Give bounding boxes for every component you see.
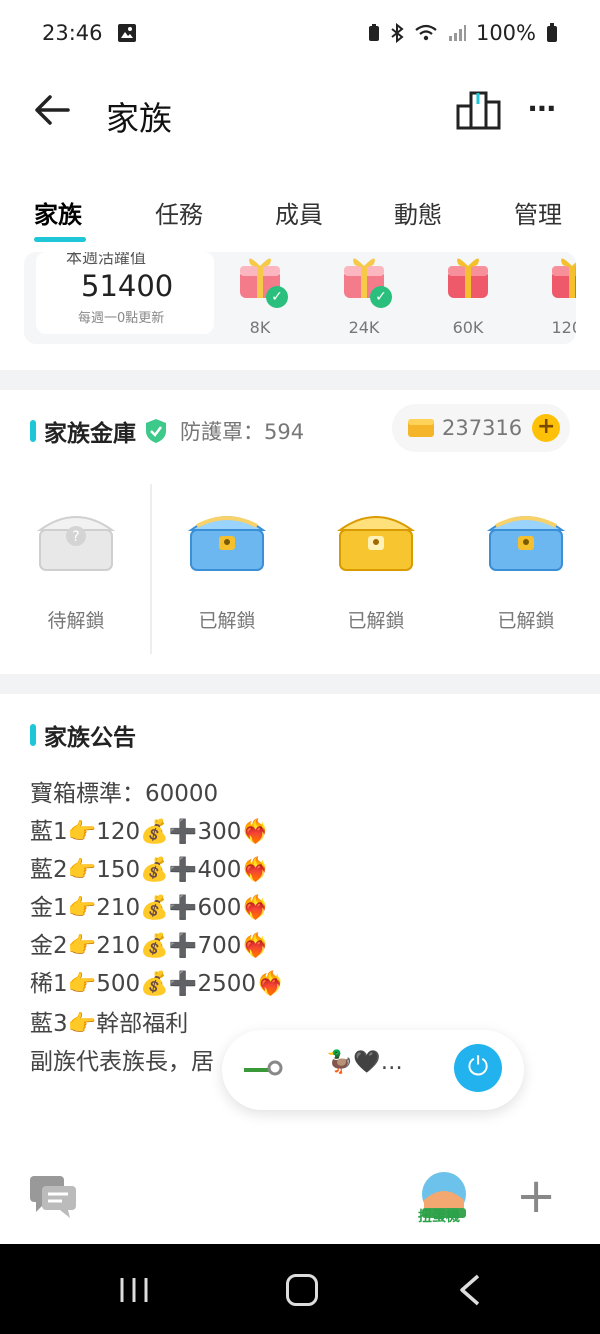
announcement-title: 家族公告 xyxy=(44,725,136,751)
reward-gift[interactable]: ✓ 24K xyxy=(334,252,394,342)
chest-divider xyxy=(150,484,152,654)
home-icon[interactable] xyxy=(286,1274,318,1306)
chest-label: 已解鎖 xyxy=(198,610,256,632)
activity-value-box: 本週活躍值 51400 每週一0點更新 xyxy=(36,252,214,334)
announcement-line: 稀1👉500💰➕2500❤️‍🔥 xyxy=(30,971,285,997)
activity-label: 本週活躍值 xyxy=(66,252,147,267)
svg-text:?: ? xyxy=(72,529,79,545)
vault-title: 家族金庫 xyxy=(44,421,136,447)
reward-label: 60K xyxy=(452,318,484,337)
announcement-line: 藍2👉150💰➕400❤️‍🔥 xyxy=(30,857,270,883)
chest-label: 待解鎖 xyxy=(47,610,105,632)
tab-indicator xyxy=(34,237,86,242)
chest-label: 已解鎖 xyxy=(497,610,555,632)
back-nav-icon[interactable] xyxy=(458,1274,482,1306)
activity-reset-note: 每週一0點更新 xyxy=(78,311,165,326)
chest-label: 已解鎖 xyxy=(347,610,405,632)
wifi-icon xyxy=(415,24,437,41)
battery-percent: 100% xyxy=(475,21,536,45)
tab-tasks[interactable]: 任務 xyxy=(155,195,203,230)
tab-manage[interactable]: 管理 xyxy=(514,195,562,230)
app-bar: 家族 ⋯ xyxy=(0,66,600,156)
tab-family[interactable]: 家族 xyxy=(34,195,82,230)
locked-chest-icon[interactable]: ? xyxy=(36,500,116,576)
back-arrow-icon[interactable] xyxy=(30,88,74,132)
recents-icon[interactable] xyxy=(118,1276,150,1304)
floating-widget[interactable]: 🦆🖤… ⏻ xyxy=(222,1030,524,1110)
reward-gift[interactable]: 120K xyxy=(542,252,576,342)
tab-activity[interactable]: 動態 xyxy=(394,195,442,230)
gold-chest-icon[interactable] xyxy=(336,500,416,576)
battery-icon xyxy=(547,23,557,42)
status-time: 23:46 xyxy=(42,21,103,45)
reward-gift[interactable]: ✓ 8K xyxy=(230,252,290,342)
add-icon[interactable]: + xyxy=(516,1172,556,1220)
section-accent-bar xyxy=(30,724,36,746)
gacha-label: 扭蛋機 xyxy=(418,1209,460,1225)
vault-coins[interactable]: 237316 + xyxy=(392,404,570,452)
section-accent-bar xyxy=(30,420,36,442)
reward-gift[interactable]: 60K xyxy=(438,252,498,342)
activity-value: 51400 xyxy=(81,269,174,303)
announcement-header: 家族公告 xyxy=(30,718,136,752)
widget-text: 🦆🖤… xyxy=(326,1050,403,1075)
blue-chest-icon[interactable] xyxy=(187,500,267,576)
announcement-line: 寶箱標準：60000 xyxy=(30,781,219,807)
section-divider xyxy=(0,674,600,694)
gift-icon xyxy=(448,258,488,298)
reward-label: 24K xyxy=(348,318,380,337)
shield-icon xyxy=(146,419,166,443)
ranking-icon[interactable] xyxy=(456,90,502,130)
gift-icon xyxy=(552,258,576,298)
page-title: 家族 xyxy=(106,99,172,138)
bluetooth-icon xyxy=(391,23,404,43)
tab-members[interactable]: 成員 xyxy=(275,195,323,230)
battery-saver-icon xyxy=(368,24,379,41)
activity-card: 本週活躍值 51400 每週一0點更新 ✓ 8K ✓ 24K 60K 12 xyxy=(24,252,576,344)
signal-icon xyxy=(448,25,466,41)
claimed-check-icon: ✓ xyxy=(370,286,392,308)
power-icon[interactable]: ⏻ xyxy=(454,1044,502,1092)
announcement-line: 藍1👉120💰➕300❤️‍🔥 xyxy=(30,819,270,845)
reward-label: 8K xyxy=(249,318,271,337)
coin-stack-icon xyxy=(408,419,434,437)
status-bar: 23:46 100% xyxy=(0,0,600,66)
claimed-check-icon: ✓ xyxy=(266,286,288,308)
vault-header: 家族金庫 防護罩：594 xyxy=(30,414,304,448)
coin-count: 237316 xyxy=(442,416,523,440)
system-nav-bar xyxy=(0,1244,600,1334)
tab-bar: 家族 任務 成員 動態 管理 xyxy=(0,185,600,245)
image-icon xyxy=(117,24,136,42)
shield-count: 防護罩：594 xyxy=(180,420,305,444)
chat-icon[interactable] xyxy=(28,1174,78,1218)
more-icon[interactable]: ⋯ xyxy=(528,92,558,125)
add-coins-icon[interactable]: + xyxy=(532,414,561,442)
key-icon xyxy=(244,1060,283,1076)
blue-chest-icon[interactable] xyxy=(486,500,566,576)
reward-label: 120K xyxy=(551,318,576,337)
announcement-line: 藍3👉幹部福利 xyxy=(30,1011,189,1037)
announcement-line: 金2👉210💰➕700❤️‍🔥 xyxy=(30,933,270,959)
announcement-line: 金1👉210💰➕600❤️‍🔥 xyxy=(30,895,270,921)
announcement-line: 副族代表族長，居 xyxy=(30,1049,214,1075)
section-divider xyxy=(0,370,600,390)
